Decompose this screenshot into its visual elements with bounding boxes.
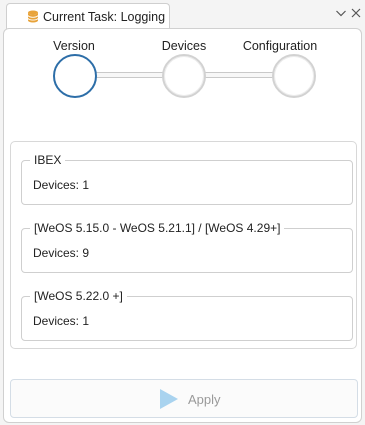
step-version[interactable] <box>53 54 97 98</box>
tab-current-task[interactable]: Current Task: Logging <box>6 3 170 29</box>
step-label-configuration: Configuration <box>242 39 318 53</box>
tab-title: Current Task: Logging <box>43 9 166 24</box>
version-group-weos-5-15[interactable]: [WeOS 5.15.0 - WeOS 5.21.1] / [WeOS 4.29… <box>21 221 353 273</box>
play-icon <box>160 389 178 409</box>
tab-bar: Current Task: Logging <box>0 0 365 29</box>
apply-button[interactable]: Apply <box>10 379 358 418</box>
database-icon <box>27 10 39 23</box>
version-group-ibex[interactable]: IBEX Devices: 1 <box>21 153 353 205</box>
apply-label: Apply <box>188 392 221 407</box>
step-configuration[interactable] <box>272 54 316 98</box>
close-icon[interactable] <box>350 7 362 19</box>
chevron-down-icon[interactable] <box>335 7 347 19</box>
group-title: IBEX <box>30 153 66 167</box>
group-device-count: Devices: 1 <box>33 178 90 192</box>
group-device-count: Devices: 9 <box>33 246 90 260</box>
task-panel: Version Devices Configuration IBEX Devic… <box>3 28 362 423</box>
step-connector <box>94 72 166 78</box>
group-device-count: Devices: 1 <box>33 314 90 328</box>
group-title: [WeOS 5.22.0 +] <box>30 289 127 303</box>
wizard-stepper: Version Devices Configuration <box>4 29 363 119</box>
version-group-weos-5-22[interactable]: [WeOS 5.22.0 +] Devices: 1 <box>21 289 353 341</box>
step-label-devices: Devices <box>161 39 207 53</box>
step-devices[interactable] <box>162 54 206 98</box>
step-connector <box>204 72 276 78</box>
version-groups-box: IBEX Devices: 1 [WeOS 5.15.0 - WeOS 5.21… <box>10 141 357 349</box>
step-label-version: Version <box>53 39 95 53</box>
group-title: [WeOS 5.15.0 - WeOS 5.21.1] / [WeOS 4.29… <box>30 221 285 235</box>
